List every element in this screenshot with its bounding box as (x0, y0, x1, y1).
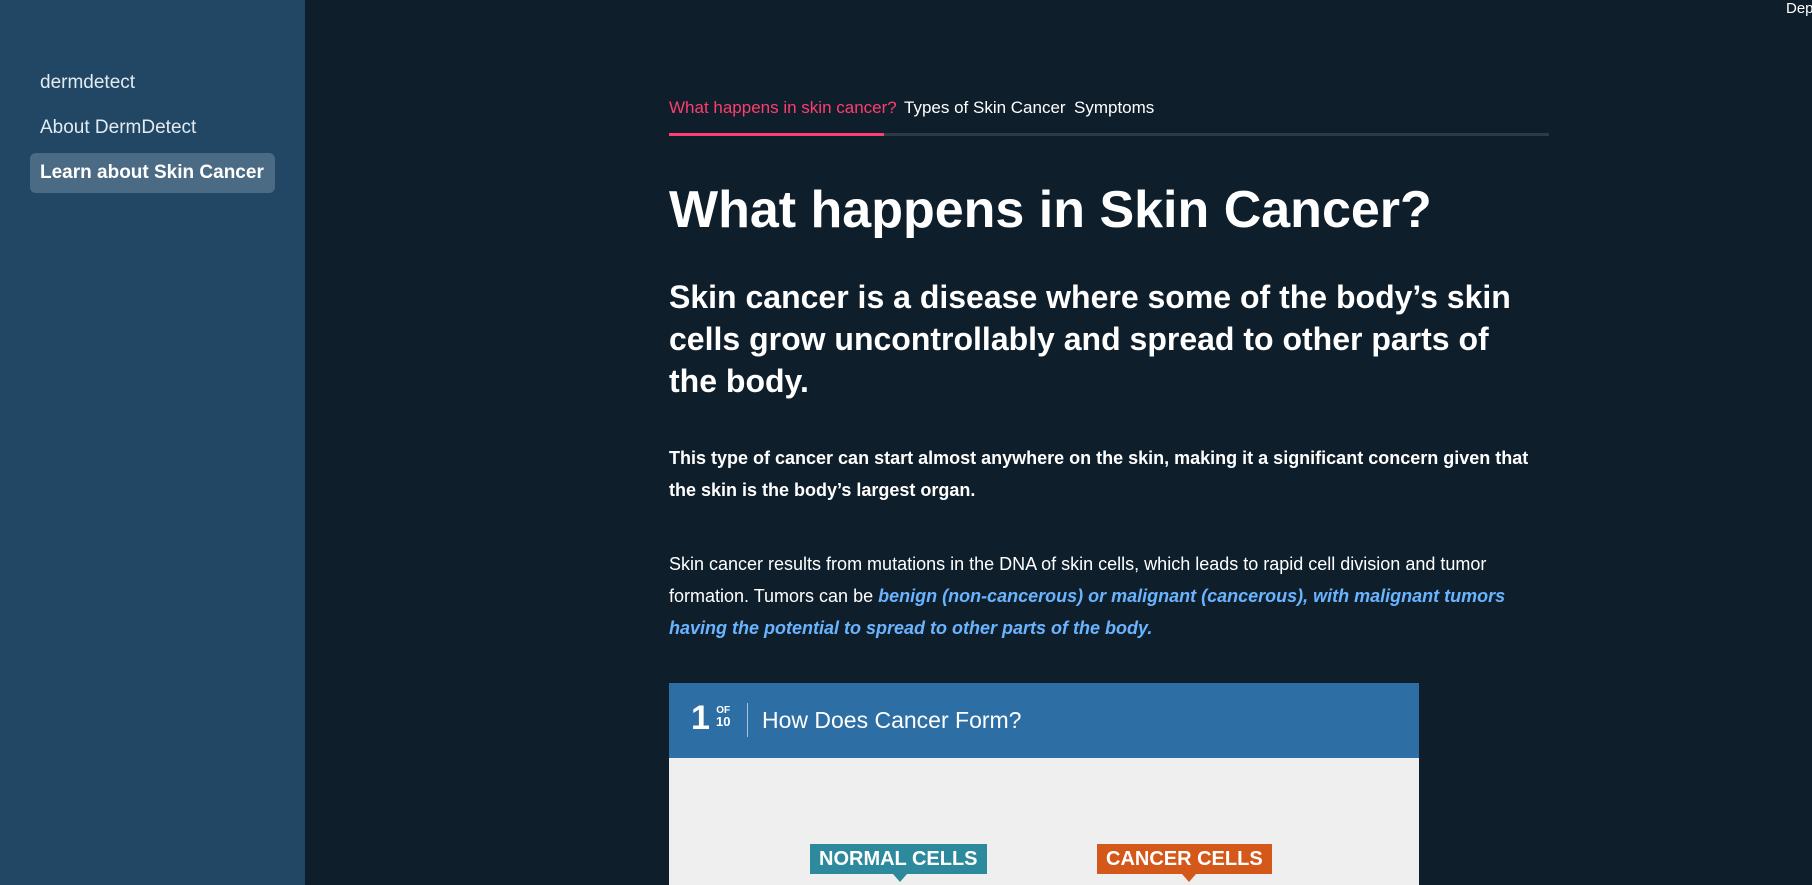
infographic-step-number: 1 (691, 699, 710, 737)
cancer-cells-pointer-icon (1182, 874, 1196, 882)
infographic-total: 10 (716, 714, 731, 729)
cancer-formation-infographic: 1 OF 10 How Does Cancer Form? NORMAL CEL… (669, 683, 1419, 885)
page-subtitle: Skin cancer is a disease where some of t… (669, 279, 1511, 399)
infographic-divider (747, 703, 748, 737)
sidebar-item-about-dermdetect[interactable]: About DermDetect (30, 108, 275, 148)
infographic-title: How Does Cancer Form? (762, 707, 1022, 733)
normal-cells-label: NORMAL CELLS (810, 844, 987, 874)
infographic-step-total: OF 10 (716, 705, 731, 729)
tab-what-happens[interactable]: What happens in skin cancer? (669, 98, 897, 118)
body-paragraph: Skin cancer results from mutations in th… (669, 548, 1539, 644)
deploy-button[interactable]: Deploy (1786, 0, 1812, 17)
tab-symptoms[interactable]: Symptoms (1074, 98, 1154, 118)
sidebar: dermdetect About DermDetect Learn about … (0, 0, 305, 885)
tab-types-of-skin-cancer[interactable]: Types of Skin Cancer (904, 98, 1066, 118)
active-tab-indicator (669, 133, 884, 136)
infographic-header: 1 OF 10 How Does Cancer Form? (669, 683, 1419, 758)
normal-cells-pointer-icon (893, 874, 907, 882)
bold-paragraph: This type of cancer can start almost any… (669, 448, 1529, 500)
page-title: What happens in Skin Cancer? (669, 181, 1432, 239)
cancer-cells-label: CANCER CELLS (1097, 844, 1272, 874)
app-root: dermdetect About DermDetect Learn about … (0, 0, 1812, 885)
tab-bar: What happens in skin cancer? Types of Sk… (669, 94, 1549, 136)
sidebar-item-dermdetect[interactable]: dermdetect (30, 63, 275, 103)
sidebar-item-learn-about-skin-cancer[interactable]: Learn about Skin Cancer (30, 153, 275, 193)
